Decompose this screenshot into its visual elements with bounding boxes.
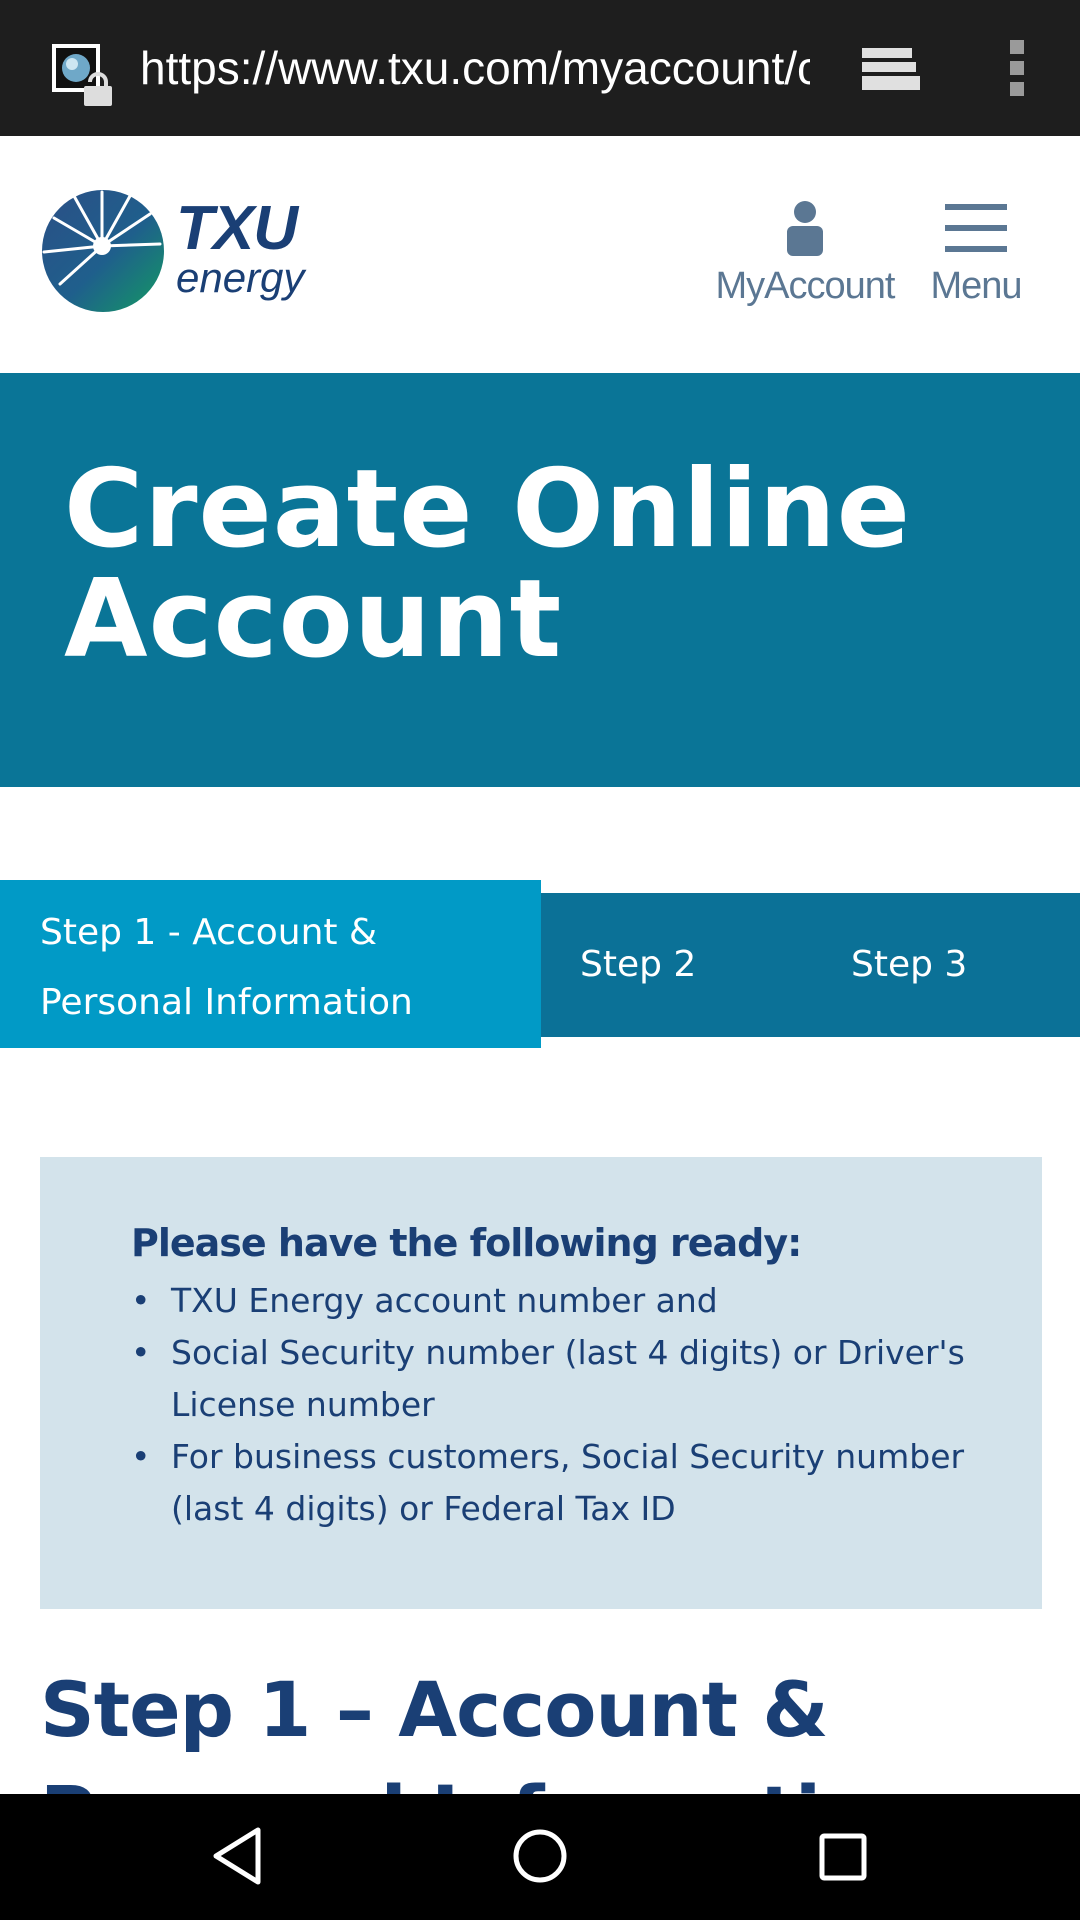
requirements-title: Please have the following ready: [131,1221,802,1265]
user-icon [787,201,823,256]
menu-label: Menu [930,265,1022,307]
url-field[interactable]: https://www.txu.com/myaccount/create-acc… [140,36,810,100]
list-item: Social Security number (last 4 digits) o… [131,1327,991,1431]
hamburger-menu-icon [945,204,1007,252]
hero-banner: Create Online Account [0,373,1080,787]
list-item: TXU Energy account number and [131,1275,991,1327]
recent-apps-icon[interactable] [812,1826,874,1888]
step-1-tab[interactable]: Step 1 - Account & Personal Information [0,880,541,1048]
page-title: Create Online Account [64,455,964,675]
system-nav-bar [0,1794,1080,1920]
page-title-line1: Create Online [64,447,911,572]
myaccount-button[interactable]: MyAccount [700,200,910,324]
step-1-label-line1: Step 1 - Account & [40,912,378,953]
back-icon[interactable] [206,1824,270,1888]
requirements-list: TXU Energy account number and Social Sec… [131,1275,991,1535]
overflow-menu-icon[interactable] [1000,38,1034,98]
logo-sub-text: energy [176,254,305,301]
site-security-icon[interactable] [50,42,120,108]
txu-energy-logo[interactable]: TXU energy [40,188,330,316]
menu-button[interactable]: Menu [920,200,1032,324]
logo-globe-icon [42,190,164,312]
browser-url-bar: https://www.txu.com/myaccount/create-acc… [0,0,1080,136]
step-3-tab[interactable]: Step 3 [851,893,967,1037]
step-1-label-line2: Personal Information [40,982,413,1023]
home-icon[interactable] [508,1824,572,1888]
requirements-box: Please have the following ready: TXU Ene… [40,1157,1042,1609]
tabs-icon[interactable] [858,44,922,94]
logo-brand-text: TXU [176,194,298,263]
myaccount-label: MyAccount [715,265,896,307]
list-item: For business customers, Social Security … [131,1431,991,1535]
site-header: TXU energy MyAccount Menu [0,136,1080,373]
step-2-tab[interactable]: Step 2 [580,893,696,1037]
page-title-line2: Account [64,557,563,682]
